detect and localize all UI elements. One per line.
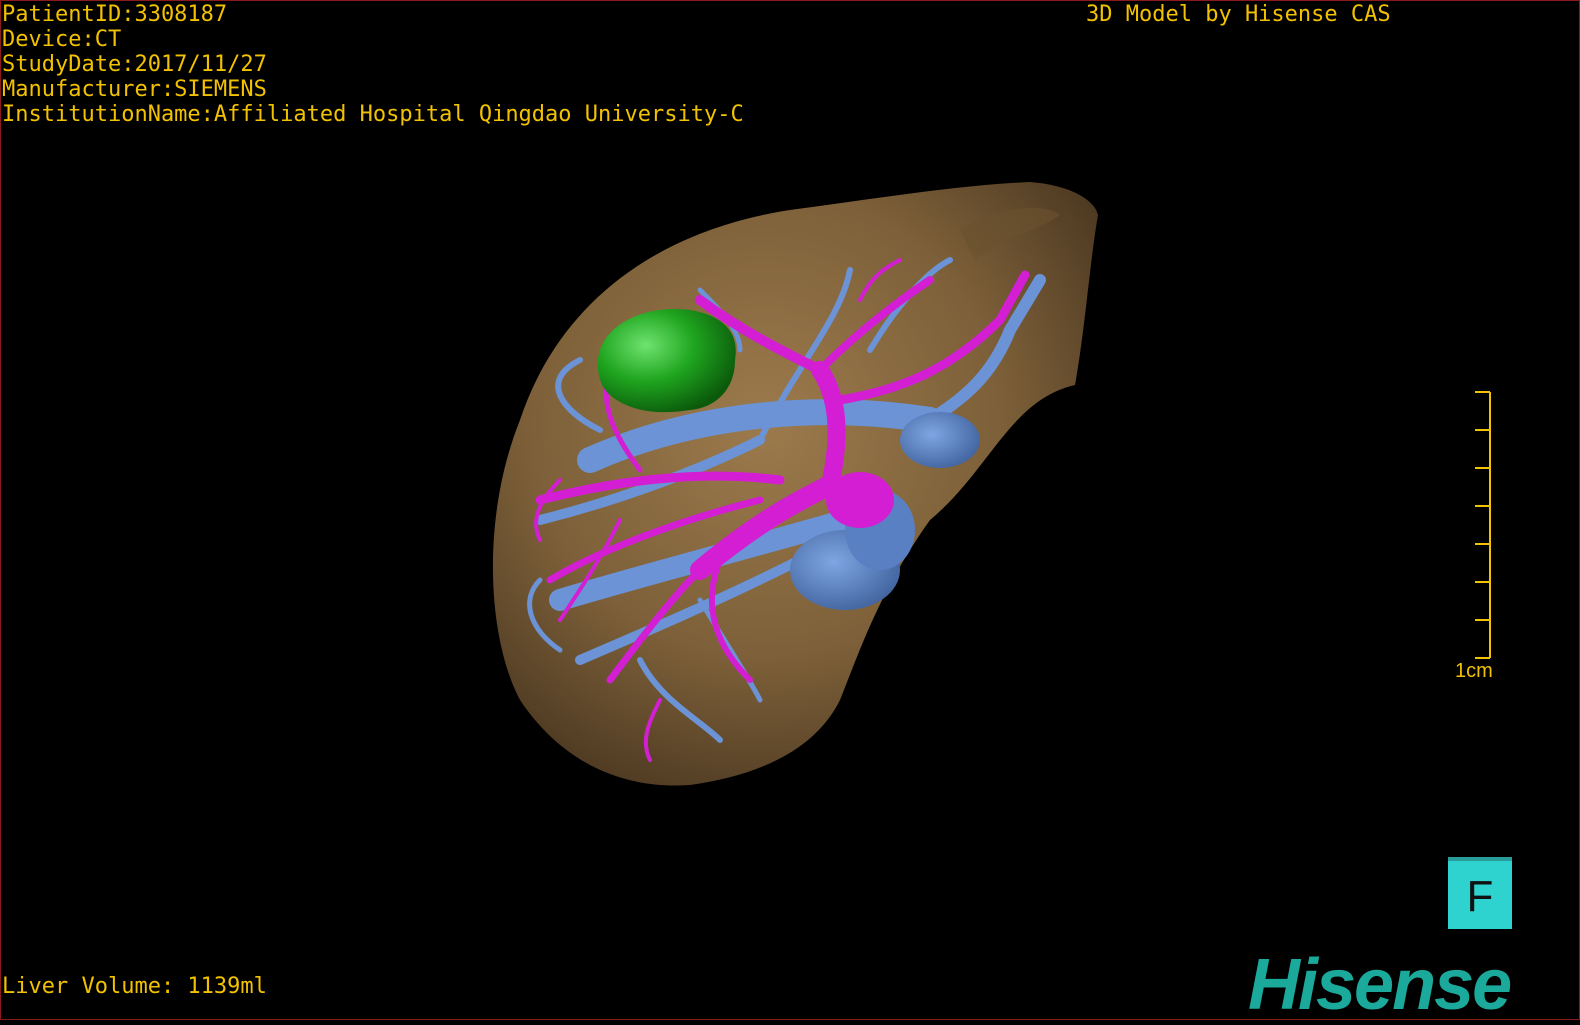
hisense-logo: Hisense — [1248, 945, 1512, 1025]
orientation-cube[interactable]: F — [1448, 857, 1512, 929]
scale-bar — [1475, 391, 1491, 659]
study-info: PatientID:3308187 Device:CT StudyDate:20… — [2, 2, 744, 127]
viewport-frame — [0, 0, 1580, 1020]
model-credit: 3D Model by Hisense CAS — [1086, 2, 1391, 27]
patient-id: PatientID:3308187 — [2, 2, 228, 27]
institution-name: InstitutionName:Affiliated Hospital Qing… — [2, 102, 744, 127]
scale-label: 1cm — [1455, 660, 1493, 682]
device: Device:CT — [2, 27, 122, 52]
liver-volume: Liver Volume: 1139ml — [2, 974, 267, 999]
study-date: StudyDate:2017/11/27 — [2, 52, 267, 77]
manufacturer: Manufacturer:SIEMENS — [2, 77, 267, 102]
